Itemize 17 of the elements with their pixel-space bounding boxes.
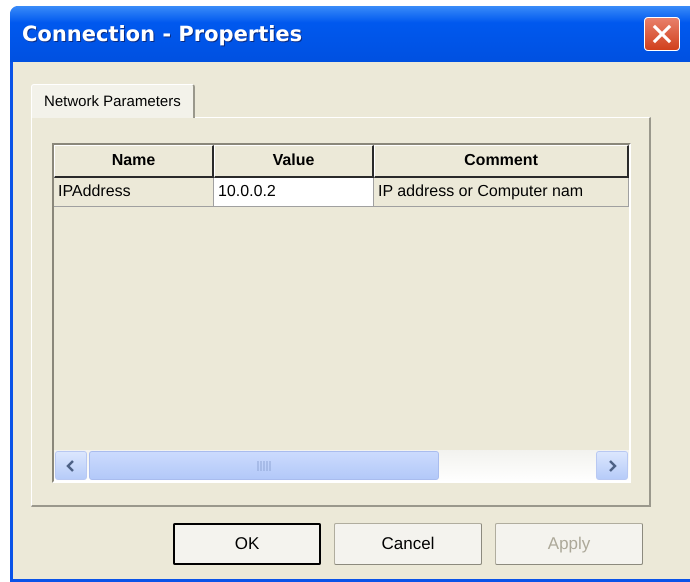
table-cell: IP address or Computer nam: [374, 178, 629, 207]
dialog-button[interactable]: OK: [173, 523, 321, 565]
tab[interactable]: Network Parameters: [31, 84, 195, 118]
close-button[interactable]: [644, 17, 680, 51]
column-header[interactable]: Comment: [374, 145, 629, 178]
value-field[interactable]: 10.0.0.2: [214, 178, 374, 207]
dialog-button[interactable]: Cancel: [334, 523, 482, 565]
left-chevron-icon: [66, 460, 76, 472]
column-header[interactable]: Name: [54, 145, 214, 178]
right-chevron-icon: [607, 460, 617, 472]
close-icon: [651, 23, 673, 45]
grip-icon: [257, 460, 271, 470]
horizontal-scrollbar[interactable]: [54, 450, 629, 481]
scroll-left-button[interactable]: [55, 451, 87, 480]
scroll-right-button[interactable]: [596, 451, 628, 480]
scroll-thumb[interactable]: [89, 451, 439, 480]
window-title: Connection - Properties: [22, 22, 302, 46]
